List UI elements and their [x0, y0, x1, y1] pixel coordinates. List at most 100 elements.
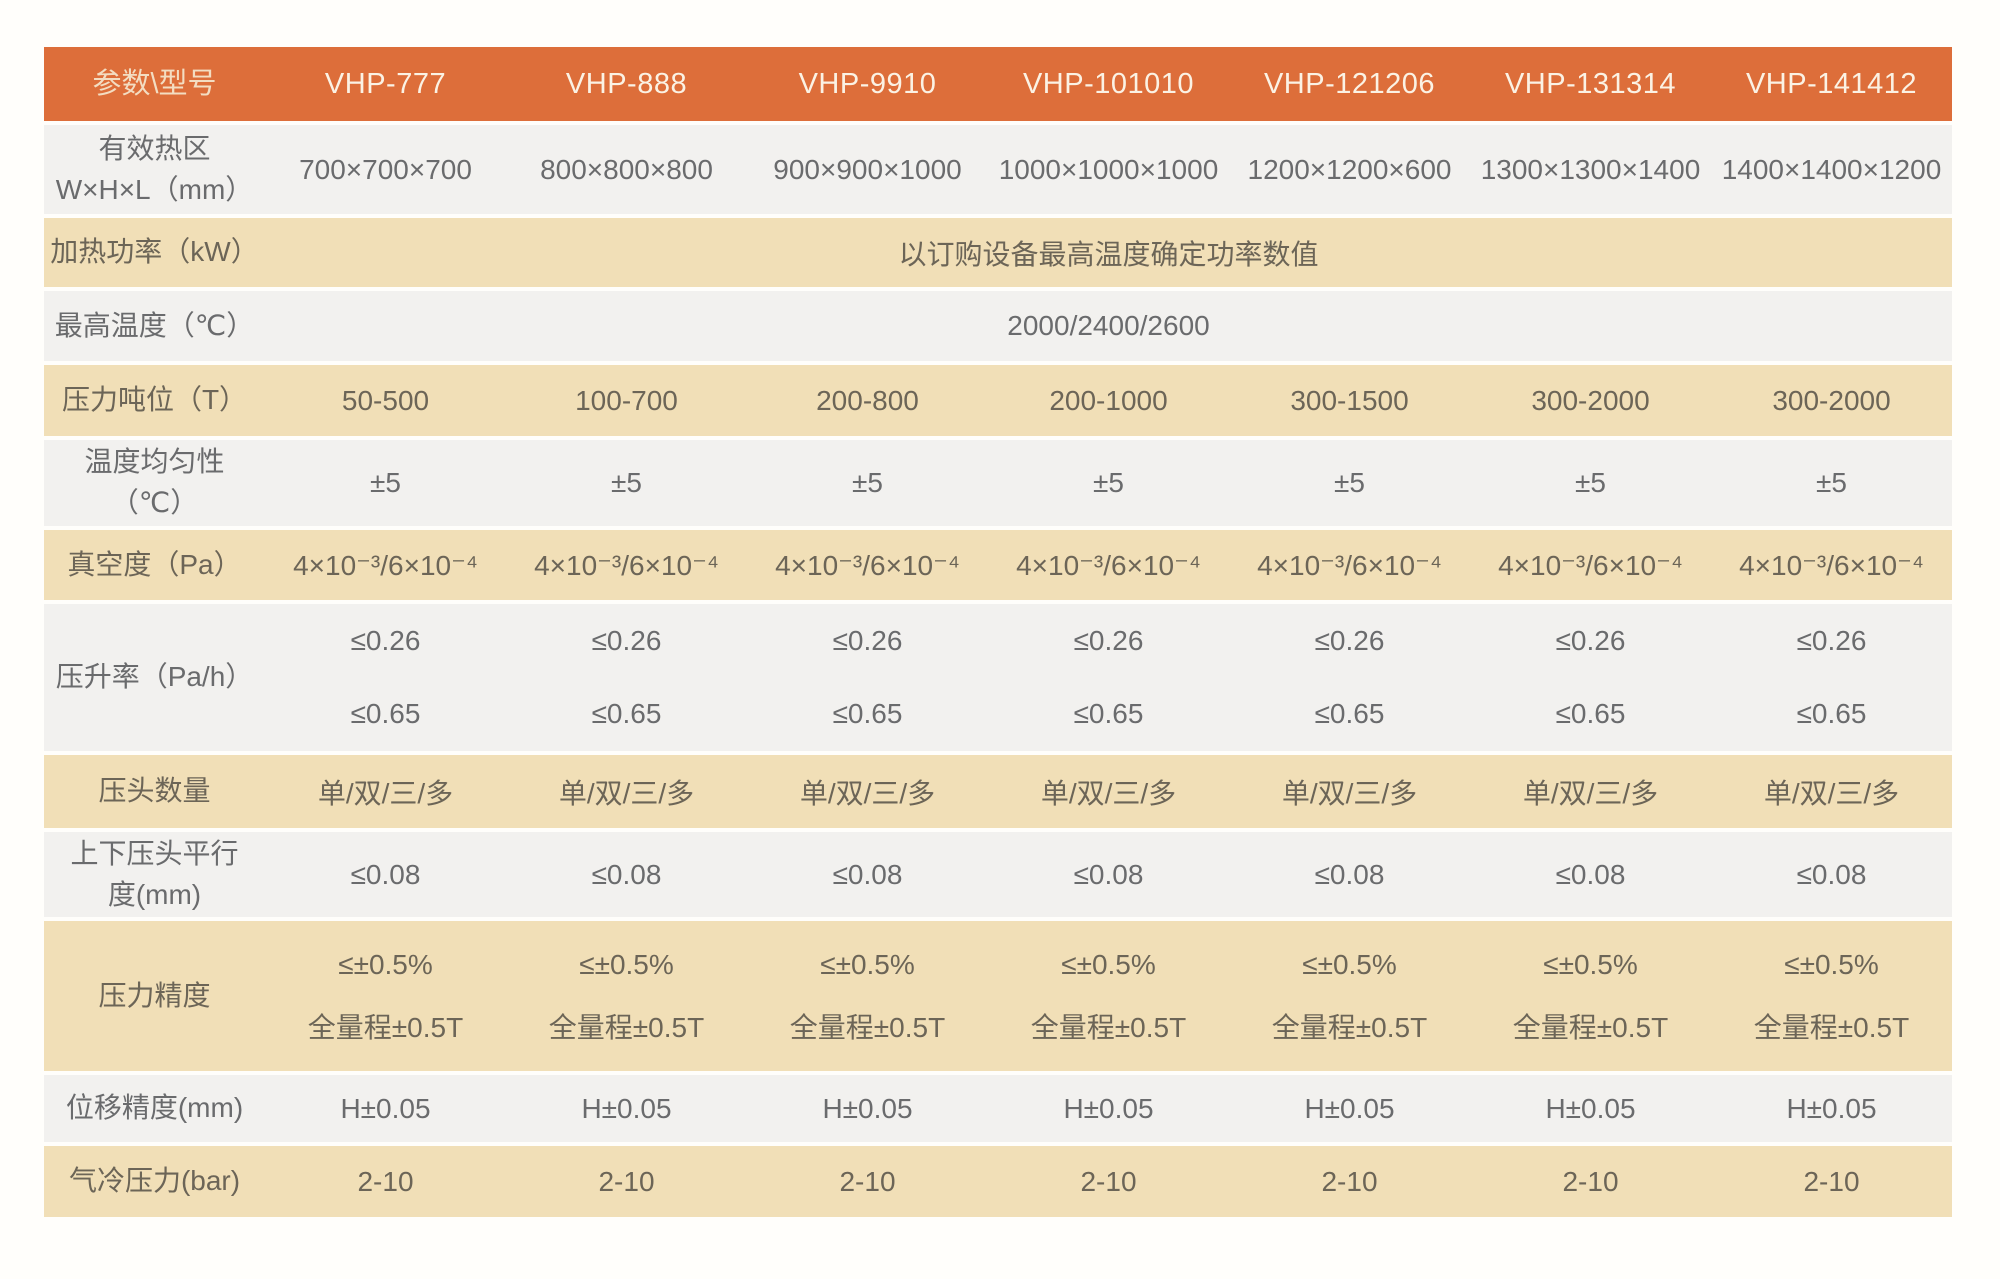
air-cooling-pressure-value-cell: 2-10 [1229, 1146, 1470, 1217]
row-label-max-temperature: 最高温度（℃） [44, 291, 265, 361]
displacement-precision-value-cell: H±0.05 [747, 1075, 988, 1142]
pressure-rise-rate-value-cell: ≤0.26 ≤0.65 [506, 604, 747, 751]
pressure-rise-rate-value-cell: ≤0.26 ≤0.65 [1229, 604, 1470, 751]
hot-zone-value-cell: 800×800×800 [506, 125, 747, 214]
pressure-rise-rate-value-cell: ≤0.26 ≤0.65 [1711, 604, 1952, 751]
air-cooling-pressure-cells: 2-102-102-102-102-102-102-10 [265, 1146, 1952, 1217]
pressure-precision-value-cell: ≤±0.5% 全量程±0.5T [265, 921, 506, 1071]
header-param-model-label: 参数\型号 [44, 47, 265, 121]
press-head-count-value-cell: 单/双/三/多 [1711, 755, 1952, 828]
pressure-precision-cells: ≤±0.5% 全量程±0.5T≤±0.5% 全量程±0.5T≤±0.5% 全量程… [265, 921, 1952, 1071]
model-header-cell: VHP-141412 [1711, 47, 1952, 121]
vacuum-degree-value-cell: 4×10⁻³/6×10⁻⁴ [747, 530, 988, 600]
model-header-cell: VHP-777 [265, 47, 506, 121]
head-parallelism-value-cell: ≤0.08 [747, 832, 988, 917]
row-label-air-cooling-pressure: 气冷压力(bar) [44, 1146, 265, 1217]
temperature-uniformity-value-cell: ±5 [1229, 440, 1470, 526]
air-cooling-pressure-value-cell: 2-10 [747, 1146, 988, 1217]
table-header-row: 参数\型号 VHP-777VHP-888VHP-9910VHP-101010VH… [44, 47, 1952, 121]
model-header-cell: VHP-9910 [747, 47, 988, 121]
table-row-air-cooling-pressure: 气冷压力(bar) 2-102-102-102-102-102-102-10 [44, 1146, 1952, 1217]
air-cooling-pressure-value-cell: 2-10 [506, 1146, 747, 1217]
press-tonnage-value-cell: 300-2000 [1470, 365, 1711, 436]
hot-zone-value-cell: 1200×1200×600 [1229, 125, 1470, 214]
table-row-heating-power: 加热功率（kW） 以订购设备最高温度确定功率数值 [44, 218, 1952, 287]
table-row-press-tonnage: 压力吨位（T） 50-500100-700200-800200-1000300-… [44, 365, 1952, 436]
press-head-count-value-cell: 单/双/三/多 [747, 755, 988, 828]
row-label-head-parallelism: 上下压头平行 度(mm) [44, 832, 265, 917]
table-row-pressure-precision: 压力精度 ≤±0.5% 全量程±0.5T≤±0.5% 全量程±0.5T≤±0.5… [44, 921, 1952, 1071]
header-model-cells: VHP-777VHP-888VHP-9910VHP-101010VHP-1212… [265, 47, 1952, 121]
row-label-press-tonnage: 压力吨位（T） [44, 365, 265, 436]
displacement-precision-value-cell: H±0.05 [988, 1075, 1229, 1142]
head-parallelism-value-cell: ≤0.08 [1711, 832, 1952, 917]
table-row-vacuum-degree: 真空度（Pa） 4×10⁻³/6×10⁻⁴4×10⁻³/6×10⁻⁴4×10⁻³… [44, 530, 1952, 600]
press-tonnage-value-cell: 300-1500 [1229, 365, 1470, 436]
table-row-temperature-uniformity: 温度均匀性 （℃） ±5±5±5±5±5±5±5 [44, 440, 1952, 526]
hot-zone-value-cell: 1300×1300×1400 [1470, 125, 1711, 214]
hot-zone-value-cell: 900×900×1000 [747, 125, 988, 214]
air-cooling-pressure-value-cell: 2-10 [988, 1146, 1229, 1217]
hot-zone-cells: 700×700×700800×800×800900×900×10001000×1… [265, 125, 1952, 214]
displacement-precision-cells: H±0.05H±0.05H±0.05H±0.05H±0.05H±0.05H±0.… [265, 1075, 1952, 1142]
temperature-uniformity-value-cell: ±5 [1711, 440, 1952, 526]
press-tonnage-value-cell: 200-1000 [988, 365, 1229, 436]
displacement-precision-value-cell: H±0.05 [506, 1075, 747, 1142]
press-head-count-cells: 单/双/三/多单/双/三/多单/双/三/多单/双/三/多单/双/三/多单/双/三… [265, 755, 1952, 828]
vacuum-degree-cells: 4×10⁻³/6×10⁻⁴4×10⁻³/6×10⁻⁴4×10⁻³/6×10⁻⁴4… [265, 530, 1952, 600]
table-row-hot-zone: 有效热区 W×H×L（mm） 700×700×700800×800×800900… [44, 125, 1952, 214]
row-label-temperature-uniformity: 温度均匀性 （℃） [44, 440, 265, 526]
temperature-uniformity-value-cell: ±5 [747, 440, 988, 526]
heating-power-span-value: 以订购设备最高温度确定功率数值 [265, 218, 1952, 287]
air-cooling-pressure-value-cell: 2-10 [1470, 1146, 1711, 1217]
press-head-count-value-cell: 单/双/三/多 [988, 755, 1229, 828]
pressure-rise-rate-cells: ≤0.26 ≤0.65≤0.26 ≤0.65≤0.26 ≤0.65≤0.26 ≤… [265, 604, 1952, 751]
row-label-pressure-rise-rate: 压升率（Pa/h） [44, 604, 265, 751]
press-head-count-value-cell: 单/双/三/多 [506, 755, 747, 828]
pressure-rise-rate-value-cell: ≤0.26 ≤0.65 [747, 604, 988, 751]
head-parallelism-cells: ≤0.08≤0.08≤0.08≤0.08≤0.08≤0.08≤0.08 [265, 832, 1952, 917]
temperature-uniformity-value-cell: ±5 [1470, 440, 1711, 526]
press-head-count-value-cell: 单/双/三/多 [1229, 755, 1470, 828]
press-head-count-value-cell: 单/双/三/多 [1470, 755, 1711, 828]
pressure-precision-value-cell: ≤±0.5% 全量程±0.5T [506, 921, 747, 1071]
table-row-max-temperature: 最高温度（℃） 2000/2400/2600 [44, 291, 1952, 361]
temperature-uniformity-value-cell: ±5 [506, 440, 747, 526]
air-cooling-pressure-value-cell: 2-10 [265, 1146, 506, 1217]
model-header-cell: VHP-101010 [988, 47, 1229, 121]
row-label-pressure-precision: 压力精度 [44, 921, 265, 1071]
vacuum-degree-value-cell: 4×10⁻³/6×10⁻⁴ [988, 530, 1229, 600]
press-tonnage-value-cell: 200-800 [747, 365, 988, 436]
temperature-uniformity-value-cell: ±5 [265, 440, 506, 526]
press-tonnage-value-cell: 100-700 [506, 365, 747, 436]
row-label-hot-zone: 有效热区 W×H×L（mm） [44, 125, 265, 214]
displacement-precision-value-cell: H±0.05 [1711, 1075, 1952, 1142]
pressure-precision-value-cell: ≤±0.5% 全量程±0.5T [1711, 921, 1952, 1071]
vacuum-degree-value-cell: 4×10⁻³/6×10⁻⁴ [1229, 530, 1470, 600]
press-tonnage-value-cell: 50-500 [265, 365, 506, 436]
row-label-vacuum-degree: 真空度（Pa） [44, 530, 265, 600]
head-parallelism-value-cell: ≤0.08 [1470, 832, 1711, 917]
head-parallelism-value-cell: ≤0.08 [265, 832, 506, 917]
pressure-precision-value-cell: ≤±0.5% 全量程±0.5T [1470, 921, 1711, 1071]
vacuum-degree-value-cell: 4×10⁻³/6×10⁻⁴ [506, 530, 747, 600]
row-label-displacement-precision: 位移精度(mm) [44, 1075, 265, 1142]
press-tonnage-cells: 50-500100-700200-800200-1000300-1500300-… [265, 365, 1952, 436]
table-row-press-head-count: 压头数量 单/双/三/多单/双/三/多单/双/三/多单/双/三/多单/双/三/多… [44, 755, 1952, 828]
air-cooling-pressure-value-cell: 2-10 [1711, 1146, 1952, 1217]
pressure-precision-value-cell: ≤±0.5% 全量程±0.5T [1229, 921, 1470, 1071]
vacuum-degree-value-cell: 4×10⁻³/6×10⁻⁴ [1470, 530, 1711, 600]
vacuum-degree-value-cell: 4×10⁻³/6×10⁻⁴ [1711, 530, 1952, 600]
press-tonnage-value-cell: 300-2000 [1711, 365, 1952, 436]
table-row-head-parallelism: 上下压头平行 度(mm) ≤0.08≤0.08≤0.08≤0.08≤0.08≤0… [44, 832, 1952, 917]
head-parallelism-value-cell: ≤0.08 [1229, 832, 1470, 917]
pressure-rise-rate-value-cell: ≤0.26 ≤0.65 [1470, 604, 1711, 751]
model-header-cell: VHP-888 [506, 47, 747, 121]
table-row-pressure-rise-rate: 压升率（Pa/h） ≤0.26 ≤0.65≤0.26 ≤0.65≤0.26 ≤0… [44, 604, 1952, 751]
temperature-uniformity-cells: ±5±5±5±5±5±5±5 [265, 440, 1952, 526]
displacement-precision-value-cell: H±0.05 [265, 1075, 506, 1142]
hot-zone-value-cell: 1000×1000×1000 [988, 125, 1229, 214]
displacement-precision-value-cell: H±0.05 [1470, 1075, 1711, 1142]
row-label-press-head-count: 压头数量 [44, 755, 265, 828]
pressure-precision-value-cell: ≤±0.5% 全量程±0.5T [747, 921, 988, 1071]
